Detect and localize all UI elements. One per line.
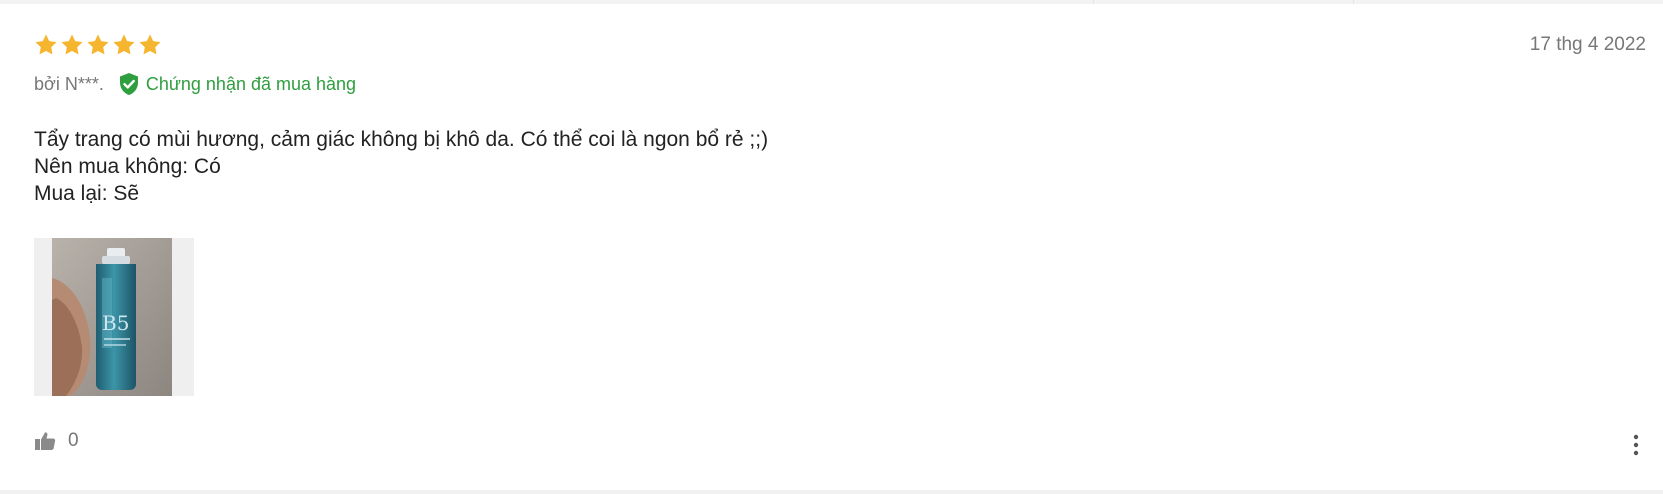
review-text-line: Nên mua không: Có: [34, 155, 221, 178]
author-row: bởi N***. Chứng nhận đã mua hàng: [34, 72, 356, 96]
star-icon: [60, 33, 84, 57]
photo-label: B5: [102, 311, 129, 335]
review-date: 17 thg 4 2022: [1529, 34, 1646, 55]
top-divider-tick: [1093, 0, 1094, 4]
star-icon: [138, 33, 162, 57]
verified-purchase-label: Chứng nhận đã mua hàng: [145, 73, 357, 94]
thumbs-up-icon[interactable]: [34, 431, 56, 451]
review-card-page: 17 thg 4 2022 bởi N***. Chứng nhận đã mu…: [0, 0, 1663, 500]
review-photo-image: B5: [52, 238, 172, 396]
top-divider: [0, 0, 1663, 4]
star-icon: [112, 33, 136, 57]
review-text: Tẩy trang có mùi hương, cảm giác không b…: [34, 126, 768, 207]
review-text-line: Mua lại: Sẽ: [34, 182, 140, 205]
shield-check-icon: [118, 72, 140, 96]
star-icon: [86, 33, 110, 57]
bottom-divider: [0, 490, 1663, 494]
more-vertical-icon: [1633, 434, 1639, 456]
top-divider-tick: [1353, 0, 1354, 4]
review-text-line: Tẩy trang có mùi hương, cảm giác không b…: [34, 128, 769, 151]
helpful-row: 0: [34, 430, 79, 452]
author-name: bởi N***.: [34, 73, 104, 94]
more-options-button[interactable]: [1630, 432, 1642, 458]
star-icon: [34, 33, 58, 57]
review-item: 17 thg 4 2022 bởi N***. Chứng nhận đã mu…: [34, 30, 1646, 470]
helpful-count: 0: [68, 430, 79, 451]
star-rating: [34, 33, 162, 57]
review-photo-thumbnail[interactable]: B5: [34, 238, 194, 396]
